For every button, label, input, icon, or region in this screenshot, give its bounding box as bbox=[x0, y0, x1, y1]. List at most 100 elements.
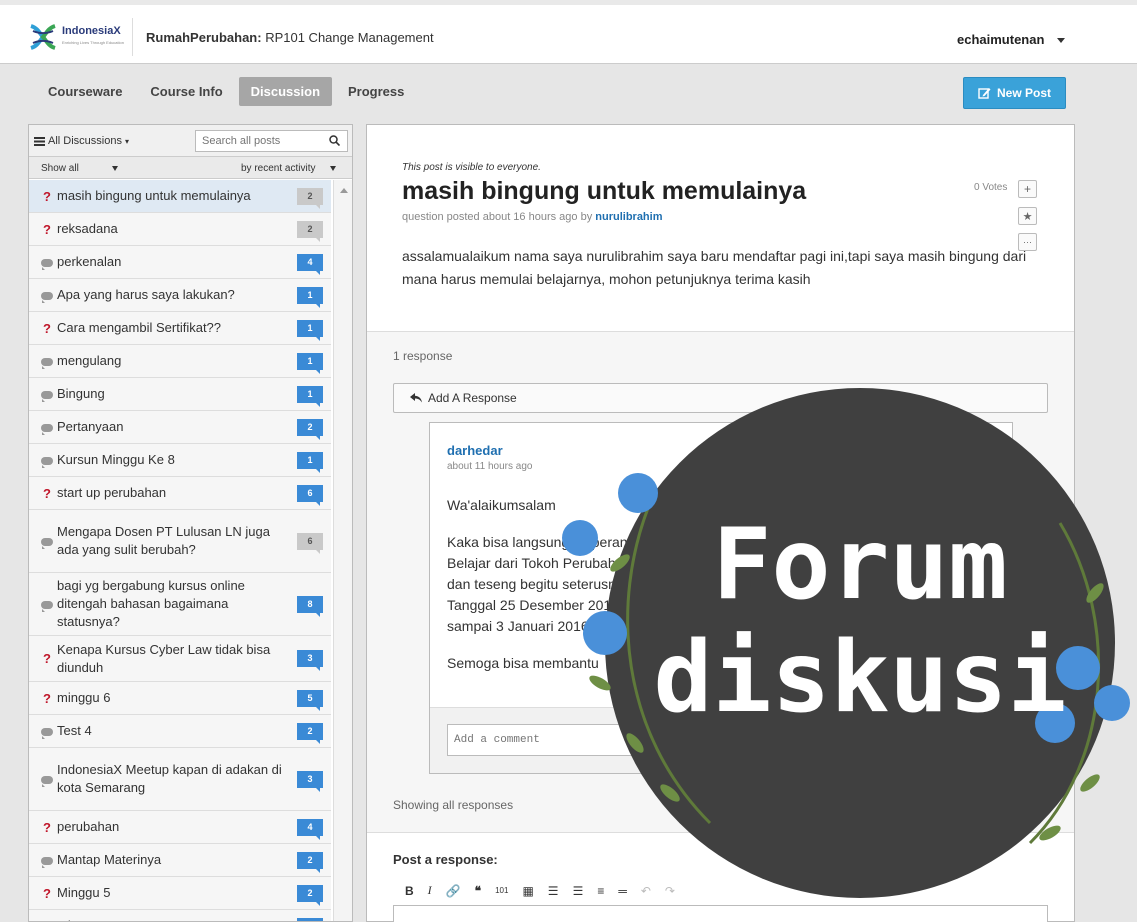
thread-title: Apa yang harus saya lakukan? bbox=[57, 287, 235, 302]
comment-bubble-icon bbox=[37, 290, 57, 303]
comment-bubble-icon bbox=[37, 356, 57, 369]
sort-caret-icon[interactable] bbox=[330, 166, 336, 171]
thread-title: minggu 6 bbox=[57, 690, 111, 705]
response-count-badge: 6 bbox=[297, 532, 323, 554]
comment-bubble-icon bbox=[37, 774, 57, 787]
search-input[interactable] bbox=[195, 130, 348, 152]
redo-icon[interactable]: ↷ bbox=[665, 884, 675, 898]
response-count-badge: 5 bbox=[297, 689, 323, 711]
thread-title: IndonesiaX Meetup kapan di adakan di kot… bbox=[57, 762, 282, 795]
thread-list-item[interactable]: Bingung 1 bbox=[29, 378, 331, 411]
quote-icon[interactable]: ❝ bbox=[475, 884, 481, 898]
response-editor[interactable] bbox=[393, 905, 1048, 922]
comment-bubble-icon bbox=[37, 536, 57, 549]
thread-list-item[interactable]: ? Minggu 5 2 bbox=[29, 877, 331, 910]
response-count-badge: 2 bbox=[297, 187, 323, 209]
post-author-link[interactable]: nurulibrahim bbox=[595, 211, 662, 223]
bold-icon[interactable]: B bbox=[405, 884, 414, 898]
undo-icon[interactable]: ↶ bbox=[641, 884, 651, 898]
thread-list-item[interactable]: Test 4 2 bbox=[29, 715, 331, 748]
show-filter[interactable]: Show all bbox=[41, 163, 79, 174]
code-icon[interactable]: 101 bbox=[495, 886, 508, 895]
sidebar-header: All Discussions ▾ bbox=[29, 125, 352, 157]
thread-list-item[interactable]: ? masih bingung untuk memulainya 2 bbox=[29, 180, 331, 213]
thread-list-item[interactable]: ? Cara mengambil Sertifikat?? 1 bbox=[29, 312, 331, 345]
response-count-badge: 2 bbox=[297, 220, 323, 242]
link-icon[interactable]: 🔗 bbox=[446, 884, 461, 898]
thread-list-item[interactable]: Mantap Materinya 2 bbox=[29, 844, 331, 877]
search-icon[interactable] bbox=[329, 135, 340, 146]
thread-list-item[interactable]: ? reksadana 2 bbox=[29, 213, 331, 246]
post-body: assalamualaikum nama saya nurulibrahim s… bbox=[402, 248, 1027, 287]
thread-list-item[interactable]: ?Minggu 32 bbox=[29, 910, 331, 921]
thread-list-item[interactable]: ? perubahan 4 bbox=[29, 811, 331, 844]
comment-bubble-icon bbox=[37, 257, 57, 270]
thread-list-item[interactable]: ? start up perubahan 6 bbox=[29, 477, 331, 510]
scroll-up-icon[interactable] bbox=[340, 188, 348, 193]
thread-list-item[interactable]: ? Kenapa Kursus Cyber Law tidak bisa diun… bbox=[29, 636, 331, 682]
show-caret-icon[interactable] bbox=[112, 166, 118, 171]
thread-title: perkenalan bbox=[57, 254, 122, 269]
italic-icon[interactable]: I bbox=[428, 883, 432, 898]
thread-title: Cara mengambil Sertifikat?? bbox=[57, 320, 222, 335]
response-count-badge: 2 bbox=[297, 851, 323, 873]
thread-list-item[interactable]: Apa yang harus saya lakukan? 1 bbox=[29, 279, 331, 312]
response-count-badge: 1 bbox=[297, 352, 323, 374]
plus-icon: + bbox=[1023, 182, 1031, 196]
follow-button[interactable]: ★ bbox=[1018, 207, 1037, 225]
thread-list-item[interactable]: ? minggu 6 5 bbox=[29, 682, 331, 715]
thread-list-item[interactable]: mengulang 1 bbox=[29, 345, 331, 378]
thread-title: Test 4 bbox=[57, 723, 92, 738]
thread-title: reksadana bbox=[57, 221, 118, 236]
tab-courseware[interactable]: Courseware bbox=[36, 77, 134, 106]
response-vote-button[interactable]: + bbox=[973, 446, 992, 464]
image-icon[interactable]: ▦ bbox=[522, 884, 533, 898]
thread-list-item[interactable]: Pertanyaan 2 bbox=[29, 411, 331, 444]
question-icon: ? bbox=[43, 651, 51, 666]
all-discussions-dropdown[interactable]: All Discussions ▾ bbox=[34, 135, 129, 147]
sort-filter[interactable]: by recent activity bbox=[241, 163, 315, 174]
response-author-link[interactable]: darhedar bbox=[447, 443, 503, 458]
thread-list-item[interactable]: IndonesiaX Meetup kapan di adakan di kot… bbox=[29, 748, 331, 811]
thread-title: start up perubahan bbox=[57, 485, 167, 500]
vote-plus-button[interactable]: + bbox=[1018, 180, 1037, 198]
response-card: darhedar about 11 hours ago 0 Votes + ··… bbox=[429, 422, 1013, 774]
response-body: Wa'alaikumsalam Kaka bisa langsung ke pe… bbox=[447, 497, 975, 671]
thread-title: perubahan bbox=[57, 819, 120, 834]
new-post-button[interactable]: New Post bbox=[963, 77, 1066, 109]
post-meta: question posted about 16 hours ago by nu… bbox=[402, 211, 663, 223]
response-count-badge: 3 bbox=[297, 650, 323, 671]
comment-input[interactable] bbox=[447, 724, 993, 756]
indonesiax-logo[interactable]: IndonesiaX Enriching Lives Through Educat… bbox=[28, 22, 124, 52]
response-more-button[interactable]: ··· bbox=[973, 471, 992, 489]
caret-down-icon[interactable] bbox=[1057, 38, 1065, 43]
thread-view: This post is visible to everyone. masih … bbox=[366, 124, 1075, 922]
thread-list-item[interactable]: bagi yg bergabung kursus online ditengah… bbox=[29, 573, 331, 636]
bullet-list-icon[interactable]: ☰ bbox=[573, 884, 584, 898]
response-count-badge: 3 bbox=[297, 770, 323, 792]
thread-list-item[interactable]: Mengapa Dosen PT Lulusan LN juga ada yan… bbox=[29, 510, 331, 573]
thread-title: Bingung bbox=[57, 386, 105, 401]
comment-bubble-icon bbox=[37, 389, 57, 402]
sidebar-scrollbar[interactable] bbox=[333, 180, 352, 921]
tab-course-info[interactable]: Course Info bbox=[138, 77, 234, 106]
menu-icon bbox=[34, 136, 45, 146]
thread-title: mengulang bbox=[57, 353, 122, 368]
question-icon: ? bbox=[43, 485, 51, 501]
thread-list-item[interactable]: Kursun Minggu Ke 8 1 bbox=[29, 444, 331, 477]
tab-discussion[interactable]: Discussion bbox=[238, 77, 333, 106]
thread-list-item[interactable]: perkenalan 4 bbox=[29, 246, 331, 279]
new-post-label: New Post bbox=[996, 86, 1051, 100]
heading-icon[interactable]: ≡ bbox=[597, 884, 604, 898]
top-bar: IndonesiaX Enriching Lives Through Educat… bbox=[0, 0, 1137, 64]
hr-icon[interactable]: ═ bbox=[618, 884, 627, 898]
username-menu[interactable]: echaimutenan bbox=[957, 32, 1044, 47]
add-response-button[interactable]: Add A Response bbox=[393, 383, 1048, 413]
comment-bubble-icon bbox=[37, 599, 57, 612]
thread-title: masih bingung untuk memulainya bbox=[57, 188, 251, 203]
numbered-list-icon[interactable]: ☰ bbox=[548, 884, 559, 898]
thread-title: bagi yg bergabung kursus online ditengah… bbox=[57, 578, 245, 629]
response-count-badge: 1 bbox=[297, 319, 323, 341]
tab-progress[interactable]: Progress bbox=[336, 77, 416, 106]
editor-toolbar: B I 🔗 ❝ 101 ▦ ☰ ☰ ≡ ═ ↶ ↷ bbox=[405, 883, 675, 898]
